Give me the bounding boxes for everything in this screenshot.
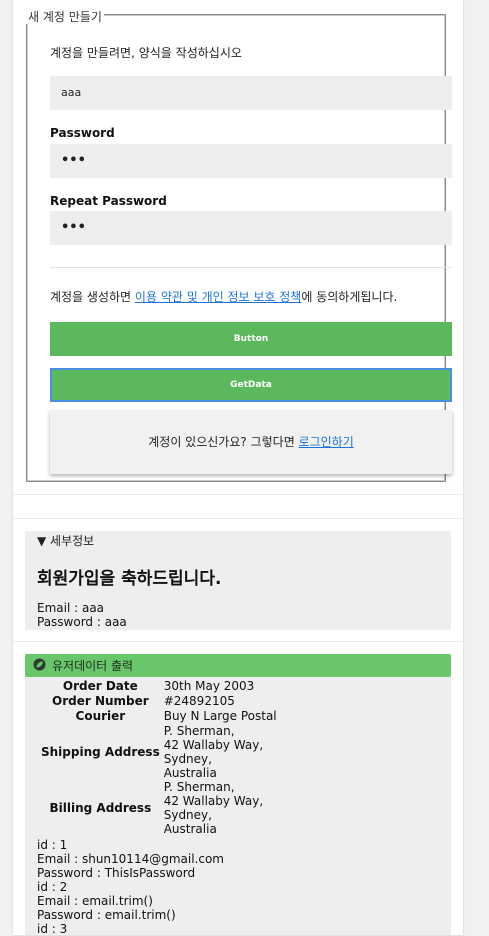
terms-link[interactable]: 이용 약관 및 개인 정보 보호 정책 xyxy=(135,290,301,304)
table-row: Order Date 30th May 2003 xyxy=(39,679,279,694)
signup-legend: 새 계정 만들기 xyxy=(26,10,104,24)
signin-panel: 계정이 있으신가요? 그렇다면 로그인하기 xyxy=(50,410,452,474)
address-line: P. Sherman, xyxy=(163,780,235,794)
form-divider xyxy=(50,267,452,268)
terms-text: 계정을 생성하면 이용 약관 및 개인 정보 보호 정책에 동의하게됩니다. xyxy=(50,288,397,305)
address-line: Australia xyxy=(163,822,217,836)
password-label: Password xyxy=(50,126,115,140)
user-password: Password : ThisIsPassword xyxy=(37,866,196,880)
userdata-header: 유저데이터 출력 xyxy=(25,654,451,677)
user-email: Email : shun10114@gmail.com xyxy=(37,852,224,866)
details-panel: ▼ 세부정보 회원가입을 축하드립니다. Email : aaa Passwor… xyxy=(25,531,451,630)
section-divider xyxy=(13,518,463,519)
details-password: Password : aaa xyxy=(37,615,127,629)
shipping-address-value: P. Sherman, 42 Wallaby Way, Sydney, Aust… xyxy=(162,724,279,780)
billing-address-label: Billing Address xyxy=(49,801,152,815)
user-id: id : 3 xyxy=(37,922,68,936)
details-email: Email : aaa xyxy=(37,601,105,615)
address-line: 42 Wallaby Way, xyxy=(163,738,264,752)
courier-value: Buy N Large Postal xyxy=(163,709,277,723)
terms-prefix: 계정을 생성하면 xyxy=(50,290,135,304)
table-row: Shipping Address P. Sherman, 42 Wallaby … xyxy=(39,724,279,780)
terms-suffix: 에 동의하게됩니다. xyxy=(301,290,398,304)
order-number-label: Order Number xyxy=(52,694,149,708)
section-divider xyxy=(13,494,463,495)
address-line: Sydney, xyxy=(163,808,212,822)
signin-link[interactable]: 로그인하기 xyxy=(299,435,354,449)
order-number-value: #24892105 xyxy=(163,694,235,708)
user-id: id : 1 xyxy=(37,838,68,852)
password-field[interactable]: ••• xyxy=(50,144,452,178)
address-line: 42 Wallaby Way, xyxy=(163,794,264,808)
table-row: Order Number #24892105 xyxy=(39,694,279,709)
shipping-address-label: Shipping Address xyxy=(41,745,160,759)
userdata-body: Order Date 30th May 2003 Order Number #2… xyxy=(25,677,451,936)
details-summary-toggle[interactable]: ▼ 세부정보 xyxy=(37,532,94,549)
address-line: P. Sherman, xyxy=(163,724,235,738)
getdata-button[interactable]: GetData xyxy=(50,368,452,402)
table-row: Billing Address P. Sherman, 42 Wallaby W… xyxy=(39,780,279,836)
user-email: Email : email.trim() xyxy=(37,894,153,908)
order-date-label: Order Date xyxy=(62,679,138,693)
section-divider xyxy=(13,641,463,642)
repeat-password-field[interactable]: ••• xyxy=(50,211,452,245)
courier-label: Courier xyxy=(75,709,126,723)
user-password: Password : email.trim() xyxy=(37,908,176,922)
address-line: Sydney, xyxy=(163,752,212,766)
user-id: id : 2 xyxy=(37,880,68,894)
page-container: 새 계정 만들기 계정을 만들려면, 양식을 작성하십시오 aaa Passwo… xyxy=(13,0,463,936)
userdata-title: 유저데이터 출력 xyxy=(52,659,134,673)
form-instructions: 계정을 만들려면, 양식을 작성하십시오 xyxy=(50,46,242,60)
submit-button[interactable]: Button xyxy=(50,322,452,356)
leaf-icon xyxy=(33,658,46,671)
repeat-password-label: Repeat Password xyxy=(50,194,167,208)
details-title: 회원가입을 축하드립니다. xyxy=(37,569,222,589)
order-date-value: 30th May 2003 xyxy=(163,679,255,693)
username-field[interactable]: aaa xyxy=(50,76,452,110)
address-line: Australia xyxy=(163,766,217,780)
table-row: Courier Buy N Large Postal xyxy=(39,709,279,724)
order-table: Order Date 30th May 2003 Order Number #2… xyxy=(39,679,279,836)
billing-address-value: P. Sherman, 42 Wallaby Way, Sydney, Aust… xyxy=(162,780,279,836)
signin-prefix: 계정이 있으신가요? 그렇다면 xyxy=(148,435,299,449)
